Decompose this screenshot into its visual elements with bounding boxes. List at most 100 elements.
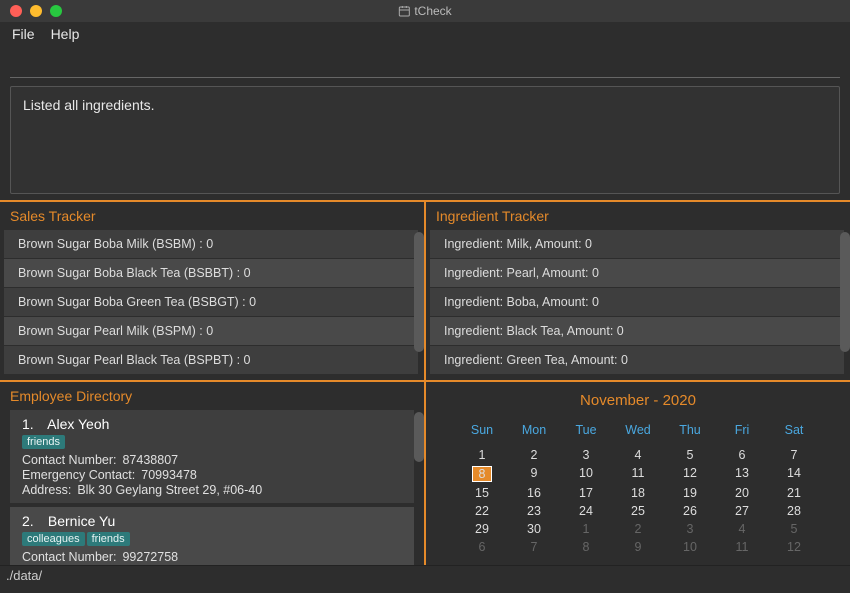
- calendar-panel: November - 2020 SunMonTueWedThuFriSat123…: [426, 382, 850, 565]
- tag: colleagues: [22, 532, 85, 546]
- output-message: Listed all ingredients.: [23, 97, 827, 113]
- employee-list: 1. Alex YeohfriendsContact Number:874388…: [0, 410, 424, 565]
- menubar: File Help: [0, 22, 850, 46]
- calendar-dow: Tue: [560, 417, 612, 445]
- calendar-day[interactable]: 5: [768, 521, 820, 537]
- employee-card[interactable]: 2. Bernice YucolleaguesfriendsContact Nu…: [10, 507, 414, 565]
- employee-scroll-thumb[interactable]: [414, 412, 424, 462]
- calendar-day[interactable]: 22: [456, 503, 508, 519]
- calendar-day[interactable]: 28: [768, 503, 820, 519]
- tag: friends: [87, 532, 130, 546]
- command-input[interactable]: [10, 50, 840, 78]
- sales-row[interactable]: Brown Sugar Boba Black Tea (BSBBT) : 0: [4, 259, 418, 288]
- calendar-day[interactable]: 3: [560, 447, 612, 463]
- employee-card[interactable]: 1. Alex YeohfriendsContact Number:874388…: [10, 410, 414, 503]
- employee-directory-body: 1. Alex YeohfriendsContact Number:874388…: [0, 410, 424, 565]
- sales-scroll-thumb[interactable]: [414, 232, 424, 352]
- ingredient-scrollbar[interactable]: [840, 232, 850, 378]
- sales-row[interactable]: Brown Sugar Pearl Black Tea (BSPBT) : 0: [4, 346, 418, 375]
- calendar-day[interactable]: 9: [508, 465, 560, 483]
- calendar-day[interactable]: 4: [612, 447, 664, 463]
- calendar-day[interactable]: 2: [508, 447, 560, 463]
- window-title: tCheck: [398, 4, 451, 18]
- calendar-dow: Mon: [508, 417, 560, 445]
- employee-directory-panel: Employee Directory 1. Alex YeohfriendsCo…: [0, 382, 424, 565]
- calendar-day[interactable]: 12: [768, 539, 820, 555]
- calendar-day[interactable]: 10: [664, 539, 716, 555]
- employee-scrollbar[interactable]: [414, 412, 424, 563]
- employee-contact: Contact Number:99272758: [22, 550, 404, 564]
- calendar-day[interactable]: 24: [560, 503, 612, 519]
- sales-tracker-panel: Sales Tracker Brown Sugar Boba Milk (BSB…: [0, 202, 424, 380]
- calendar-day[interactable]: 29: [456, 521, 508, 537]
- sales-scrollbar[interactable]: [414, 232, 424, 378]
- calendar-dow: Sat: [768, 417, 820, 445]
- command-input-wrapper: [0, 46, 850, 84]
- employee-emergency: Emergency Contact:70993478: [22, 468, 404, 482]
- calendar-day[interactable]: 8: [456, 465, 508, 483]
- calendar-day[interactable]: 7: [768, 447, 820, 463]
- calendar-day[interactable]: 6: [716, 447, 768, 463]
- calendar-day[interactable]: 26: [664, 503, 716, 519]
- sales-tracker-title: Sales Tracker: [0, 202, 424, 230]
- calendar-day[interactable]: 12: [664, 465, 716, 483]
- sales-tracker-body: Brown Sugar Boba Milk (BSBM) : 0Brown Su…: [0, 230, 424, 380]
- calendar-day[interactable]: 11: [612, 465, 664, 483]
- calendar-day[interactable]: 17: [560, 485, 612, 501]
- calendar-day[interactable]: 6: [456, 539, 508, 555]
- calendar-day[interactable]: 20: [716, 485, 768, 501]
- statusbar-path: ./data/: [6, 568, 42, 583]
- calendar-day[interactable]: 8: [560, 539, 612, 555]
- ingredient-tracker-panel: Ingredient Tracker Ingredient: Milk, Amo…: [426, 202, 850, 380]
- employee-tags: friends: [22, 432, 404, 452]
- ingredient-row[interactable]: Ingredient: Green Tea, Amount: 0: [430, 346, 844, 375]
- calendar-day[interactable]: 5: [664, 447, 716, 463]
- ingredient-list: Ingredient: Milk, Amount: 0Ingredient: P…: [430, 230, 844, 375]
- calendar-dow: Wed: [612, 417, 664, 445]
- calendar-day[interactable]: 14: [768, 465, 820, 483]
- ingredient-tracker-body: Ingredient: Milk, Amount: 0Ingredient: P…: [426, 230, 850, 380]
- ingredient-scroll-thumb[interactable]: [840, 232, 850, 352]
- sales-row[interactable]: Brown Sugar Boba Green Tea (BSBGT) : 0: [4, 288, 418, 317]
- calendar-day[interactable]: 10: [560, 465, 612, 483]
- window-titlebar: tCheck: [0, 0, 850, 22]
- calendar-day[interactable]: 7: [508, 539, 560, 555]
- calendar-day[interactable]: 4: [716, 521, 768, 537]
- calendar-day[interactable]: 15: [456, 485, 508, 501]
- calendar-day[interactable]: 1: [456, 447, 508, 463]
- employee-name: 1. Alex Yeoh: [22, 416, 404, 432]
- employee-tags: colleaguesfriends: [22, 529, 404, 549]
- menu-file[interactable]: File: [12, 26, 35, 42]
- calendar-day[interactable]: 25: [612, 503, 664, 519]
- sales-row[interactable]: Brown Sugar Pearl Milk (BSPM) : 0: [4, 317, 418, 346]
- window-title-text: tCheck: [414, 4, 451, 18]
- close-window-button[interactable]: [10, 5, 22, 17]
- ingredient-row[interactable]: Ingredient: Pearl, Amount: 0: [430, 259, 844, 288]
- calendar-day[interactable]: 2: [612, 521, 664, 537]
- calendar-day[interactable]: 23: [508, 503, 560, 519]
- sales-row[interactable]: Brown Sugar Boba Milk (BSBM) : 0: [4, 230, 418, 259]
- calendar-day[interactable]: 3: [664, 521, 716, 537]
- calendar-title: November - 2020: [456, 382, 820, 417]
- calendar-day[interactable]: 1: [560, 521, 612, 537]
- calendar-day[interactable]: 30: [508, 521, 560, 537]
- zoom-window-button[interactable]: [50, 5, 62, 17]
- calendar-day[interactable]: 13: [716, 465, 768, 483]
- calendar-day[interactable]: 9: [612, 539, 664, 555]
- ingredient-row[interactable]: Ingredient: Milk, Amount: 0: [430, 230, 844, 259]
- traffic-lights: [0, 5, 62, 17]
- ingredient-row[interactable]: Ingredient: Black Tea, Amount: 0: [430, 317, 844, 346]
- calendar-dow: Thu: [664, 417, 716, 445]
- calendar-day[interactable]: 19: [664, 485, 716, 501]
- calendar-day[interactable]: 11: [716, 539, 768, 555]
- menu-help[interactable]: Help: [51, 26, 80, 42]
- calendar-grid: SunMonTueWedThuFriSat1234567891011121314…: [456, 417, 820, 555]
- minimize-window-button[interactable]: [30, 5, 42, 17]
- app-icon: [398, 5, 410, 17]
- calendar-dow: Fri: [716, 417, 768, 445]
- ingredient-row[interactable]: Ingredient: Boba, Amount: 0: [430, 288, 844, 317]
- calendar-day[interactable]: 16: [508, 485, 560, 501]
- calendar-day[interactable]: 21: [768, 485, 820, 501]
- calendar-day[interactable]: 18: [612, 485, 664, 501]
- calendar-day[interactable]: 27: [716, 503, 768, 519]
